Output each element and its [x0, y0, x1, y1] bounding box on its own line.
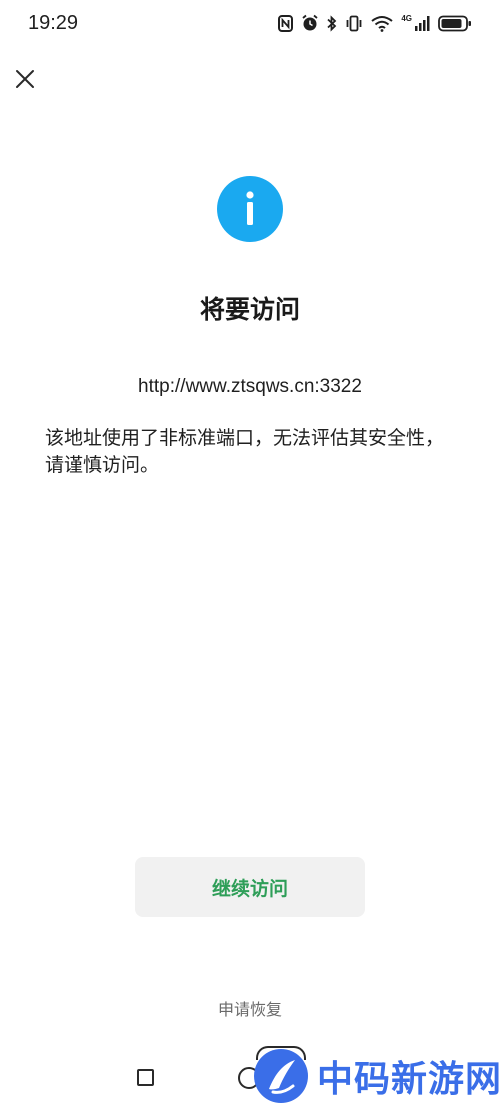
network-type-label: 4G [401, 14, 412, 23]
vibrate-icon [346, 15, 362, 31]
close-button[interactable] [10, 64, 40, 94]
watermark-logo-icon [254, 1049, 308, 1103]
status-bar: 19:29 4G [0, 0, 500, 50]
battery-icon [438, 15, 471, 31]
info-icon [217, 176, 283, 242]
status-time: 19:29 [28, 12, 79, 34]
request-restore-link[interactable]: 申请恢复 [0, 996, 500, 1020]
site-watermark: 中码新游网 [253, 1047, 500, 1105]
continue-visit-button[interactable]: 继续访问 [135, 857, 365, 917]
watermark-text: 中码新游网 [317, 1059, 500, 1100]
visit-url: http://www.ztsqws.cn:3322 [138, 376, 362, 397]
status-icons: 4G [278, 14, 472, 32]
bluetooth-icon [327, 14, 337, 32]
close-icon [16, 70, 34, 88]
nfc-icon [278, 14, 294, 32]
warning-message: 该地址使用了非标准端口，无法评估其安全性，请谨慎访问。 [45, 427, 445, 476]
cellular-signal-icon [415, 15, 430, 31]
recent-apps-button[interactable] [137, 1069, 154, 1086]
wifi-icon [371, 15, 393, 32]
page-title: 将要访问 [199, 295, 300, 324]
alarm-icon [302, 14, 318, 31]
